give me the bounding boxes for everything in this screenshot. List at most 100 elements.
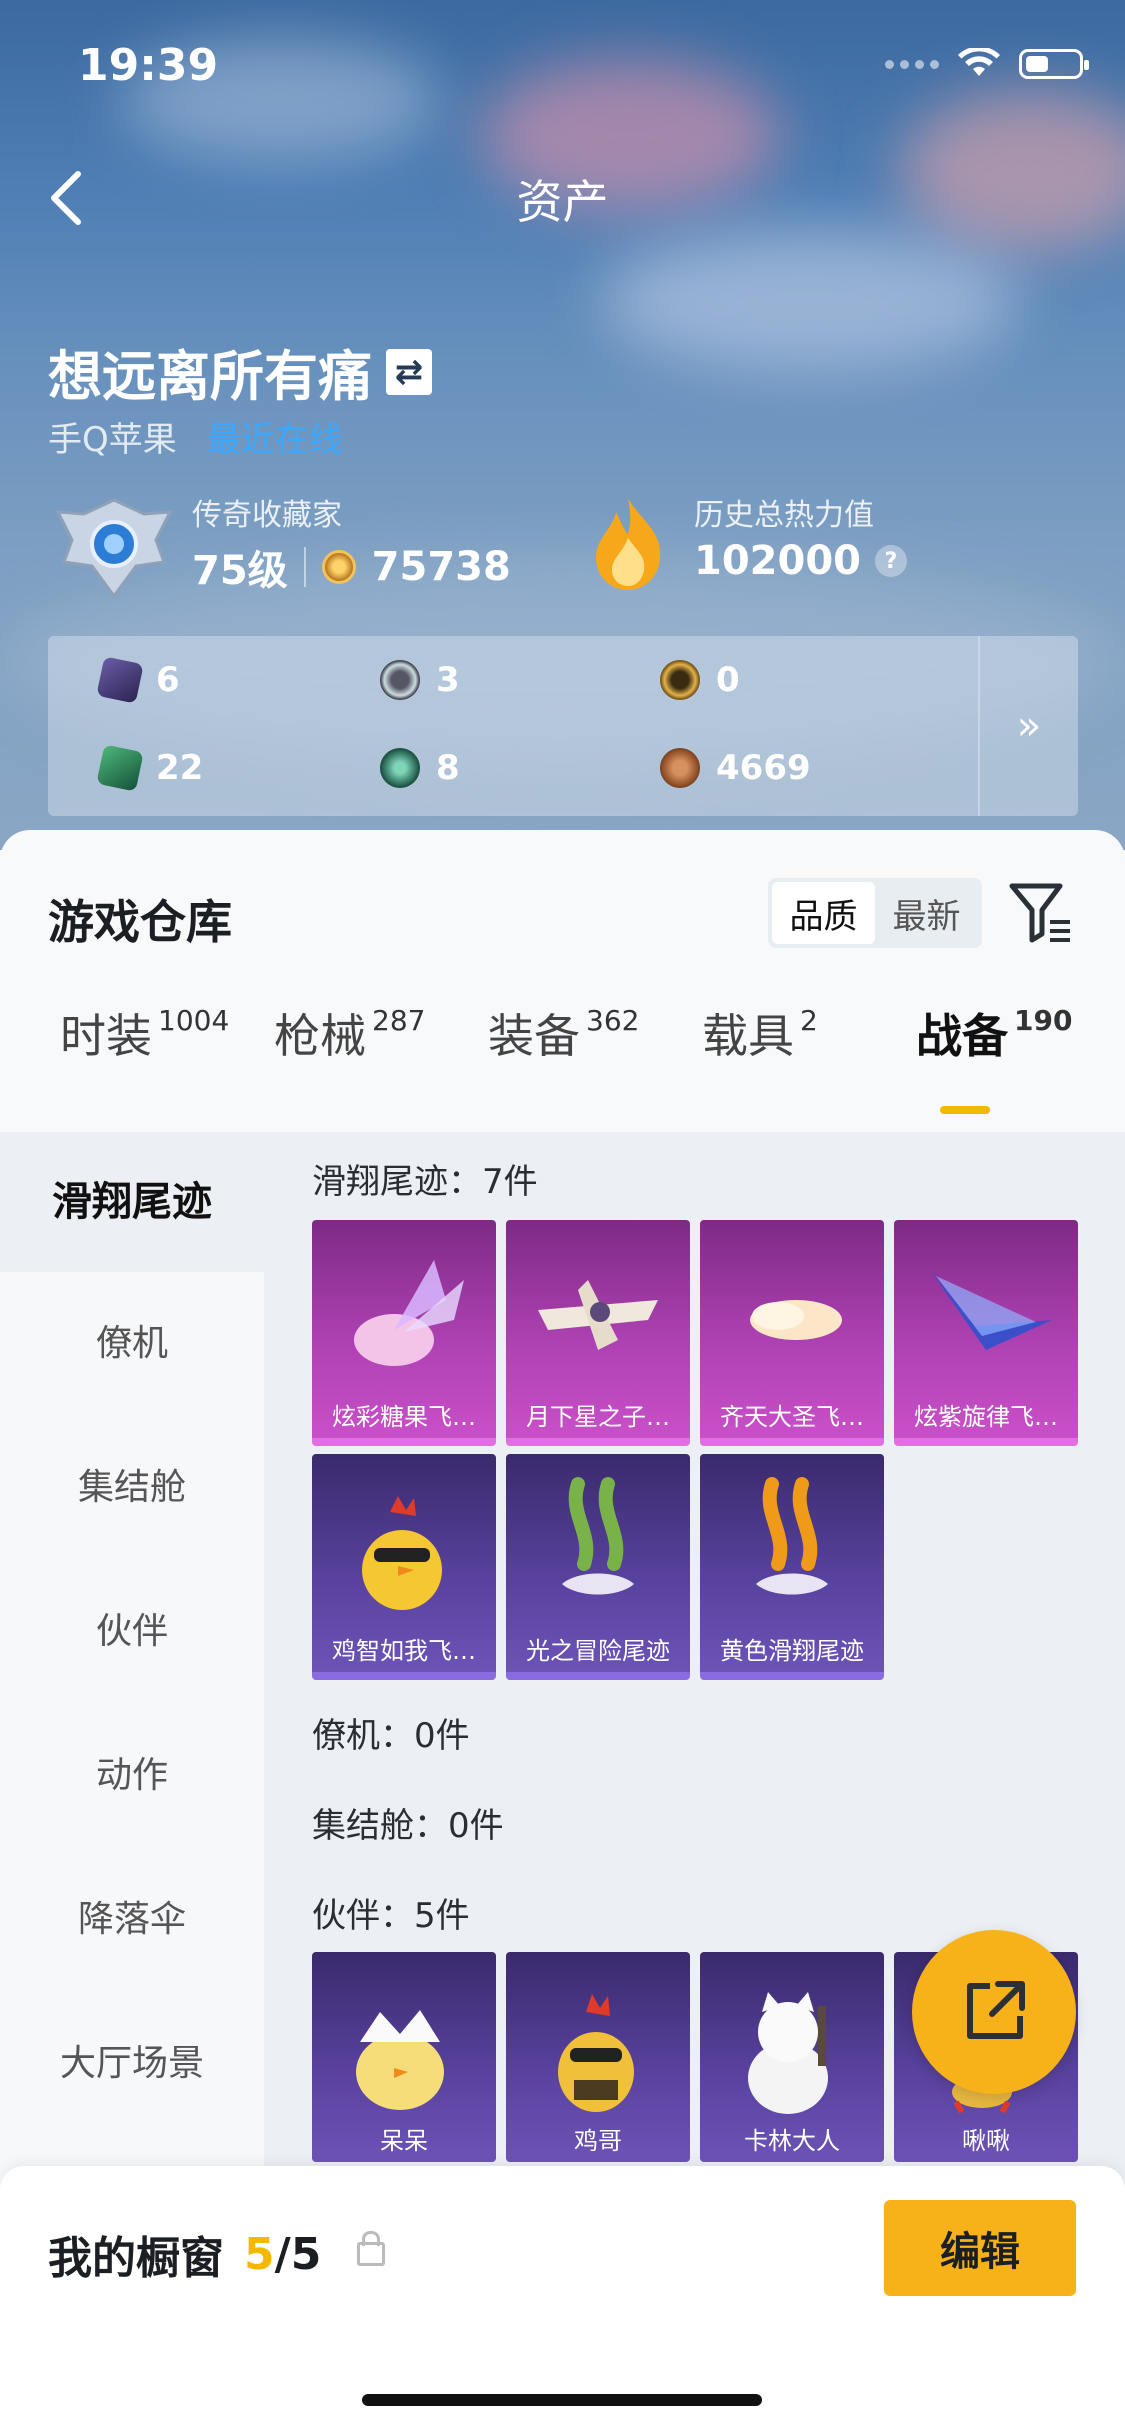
item-name: 炫彩糖果飞… bbox=[332, 1403, 476, 1431]
username-row: 想远离所有痛 ⇄ bbox=[48, 332, 432, 411]
item-name: 鸡哥 bbox=[574, 2127, 622, 2155]
warehouse-title: 游戏仓库 bbox=[48, 895, 232, 949]
green-orb-icon bbox=[380, 748, 420, 788]
item-card[interactable]: 卡林大人 bbox=[700, 1952, 884, 2162]
smoke-trail-icon bbox=[562, 1477, 634, 1595]
section-label-partner: 伙伴：5件 bbox=[312, 1896, 470, 1936]
tab-fashion[interactable]: 时装 1004 bbox=[60, 1000, 229, 1066]
sort-toggle: 品质 最新 bbox=[768, 878, 982, 948]
page-title: 资产 bbox=[516, 175, 609, 229]
player-level: 75级 bbox=[192, 548, 288, 594]
username: 想远离所有痛 bbox=[48, 345, 372, 408]
rank-line: 75级 75738 bbox=[192, 538, 511, 596]
share-button[interactable] bbox=[912, 1930, 1076, 2094]
sidebar-item-wingman[interactable]: 僚机 bbox=[0, 1272, 264, 1416]
tab-weapons[interactable]: 枪械 287 bbox=[274, 1000, 425, 1066]
gold-token-icon bbox=[660, 660, 700, 700]
sidebar-item-capsule[interactable]: 集结舱 bbox=[0, 1416, 264, 1560]
online-status: 最近在线 bbox=[206, 420, 343, 460]
item-card[interactable]: 鸡哥 bbox=[506, 1952, 690, 2162]
chicken-partner-icon bbox=[558, 1994, 634, 2112]
status-time: 19:39 bbox=[78, 40, 219, 91]
header-background: 19:39 资产 想远离所有痛 ⇄ 手Q苹果 最近在线 传奇收藏家 75级 75… bbox=[0, 0, 1125, 850]
candy-trail-icon bbox=[354, 1260, 464, 1366]
item-card[interactable]: 黄色滑翔尾迹 bbox=[700, 1454, 884, 1680]
share-icon bbox=[967, 1981, 1025, 2039]
rank-title: 传奇收藏家 bbox=[192, 498, 342, 533]
tab-vehicles[interactable]: 载具 2 bbox=[702, 1000, 818, 1066]
showcase-count: 5/5 bbox=[244, 2228, 322, 2280]
filter-icon[interactable] bbox=[1008, 880, 1074, 946]
sort-newest-button[interactable]: 最新 bbox=[875, 882, 978, 944]
currency-panel: 6 3 0 22 8 4669 » bbox=[48, 636, 1078, 816]
history-heat-value: 102000 bbox=[694, 538, 861, 584]
item-card[interactable]: 呆呆 bbox=[312, 1952, 496, 2162]
flame-icon bbox=[596, 498, 661, 590]
divider bbox=[303, 547, 306, 587]
item-name: 卡林大人 bbox=[744, 2127, 840, 2155]
collection-score-icon bbox=[321, 550, 356, 584]
item-name: 炫紫旋律飞… bbox=[914, 1403, 1058, 1431]
lock-icon bbox=[357, 2231, 386, 2266]
currency-item: 8 bbox=[380, 748, 460, 788]
item-card[interactable]: 光之冒险尾迹 bbox=[506, 1454, 690, 1680]
section-label-capsule: 集结舱：0件 bbox=[312, 1806, 504, 1846]
item-name: 呆呆 bbox=[380, 2127, 428, 2155]
smoke-trail-icon bbox=[756, 1477, 828, 1595]
section-label-trail: 滑翔尾迹：7件 bbox=[312, 1162, 538, 1202]
status-icons bbox=[885, 48, 1089, 80]
item-name: 啾啾 bbox=[962, 2127, 1010, 2155]
history-heat-row: 102000 ? bbox=[694, 538, 907, 584]
sort-quality-button[interactable]: 品质 bbox=[772, 882, 875, 944]
help-icon[interactable]: ? bbox=[875, 545, 907, 577]
cat-partner-icon bbox=[748, 1992, 828, 2114]
item-name: 齐天大圣飞… bbox=[720, 1403, 864, 1431]
currency-more-button[interactable]: » bbox=[978, 636, 1078, 816]
active-tab-indicator bbox=[940, 1106, 990, 1114]
currency-item: 0 bbox=[660, 660, 740, 700]
category-tabs: 时装 1004 枪械 287 装备 362 载具 2 战备 190 bbox=[0, 1000, 1125, 1090]
purple-card-icon bbox=[96, 656, 144, 704]
section-label-wingman: 僚机：0件 bbox=[312, 1716, 470, 1756]
rank-emblem-icon bbox=[55, 498, 173, 599]
silver-token-icon bbox=[380, 660, 420, 700]
switch-account-icon[interactable]: ⇄ bbox=[386, 348, 432, 395]
sidebar-item-emote[interactable]: 动作 bbox=[0, 1704, 264, 1848]
currency-item: 6 bbox=[96, 656, 180, 704]
item-card[interactable]: 炫彩糖果飞… bbox=[312, 1220, 496, 1446]
battery-icon bbox=[1019, 49, 1089, 79]
tab-combat-gear[interactable]: 战备 190 bbox=[916, 1000, 1072, 1066]
item-name: 鸡智如我飞… bbox=[332, 1637, 476, 1665]
item-card[interactable]: 齐天大圣飞… bbox=[700, 1220, 884, 1446]
cloud-trail-icon bbox=[750, 1300, 842, 1340]
sidebar-item-glide-trail[interactable]: 滑翔尾迹 bbox=[0, 1132, 264, 1272]
item-name: 月下星之子… bbox=[526, 1403, 670, 1431]
wing-trail-icon bbox=[930, 1270, 1052, 1350]
signal-icon bbox=[885, 59, 939, 69]
item-card[interactable]: 月下星之子… bbox=[506, 1220, 690, 1446]
platform-label: 手Q苹果 bbox=[48, 420, 177, 460]
green-card-icon bbox=[96, 744, 144, 792]
tab-equipment[interactable]: 装备 362 bbox=[488, 1000, 639, 1066]
platform-row: 手Q苹果 最近在线 bbox=[48, 412, 343, 461]
wifi-icon bbox=[958, 48, 1000, 76]
showcase-bar: 我的橱窗 5/5 编辑 bbox=[0, 2166, 1125, 2436]
bronze-coin-icon bbox=[660, 748, 700, 788]
currency-item: 4669 bbox=[660, 748, 811, 788]
item-card[interactable]: 鸡智如我飞… bbox=[312, 1454, 496, 1680]
chick-partner-icon bbox=[356, 2010, 444, 2110]
sidebar-item-partner[interactable]: 伙伴 bbox=[0, 1560, 264, 1704]
currency-item: 22 bbox=[96, 744, 203, 792]
plane-trail-icon bbox=[538, 1280, 658, 1350]
item-card[interactable]: 炫紫旋律飞… bbox=[894, 1220, 1078, 1446]
showcase-label: 我的橱窗 bbox=[48, 2233, 224, 2284]
chicken-trail-icon bbox=[362, 1496, 442, 1610]
sidebar-item-parachute[interactable]: 降落伞 bbox=[0, 1848, 264, 1992]
currency-item: 3 bbox=[380, 660, 460, 700]
history-heat-title: 历史总热力值 bbox=[694, 498, 874, 533]
collection-score: 75738 bbox=[371, 544, 511, 590]
sidebar-item-lobby-scene[interactable]: 大厅场景 bbox=[0, 1992, 264, 2136]
item-name: 光之冒险尾迹 bbox=[526, 1637, 670, 1665]
home-indicator bbox=[362, 2394, 762, 2406]
edit-button[interactable]: 编辑 bbox=[884, 2200, 1076, 2296]
